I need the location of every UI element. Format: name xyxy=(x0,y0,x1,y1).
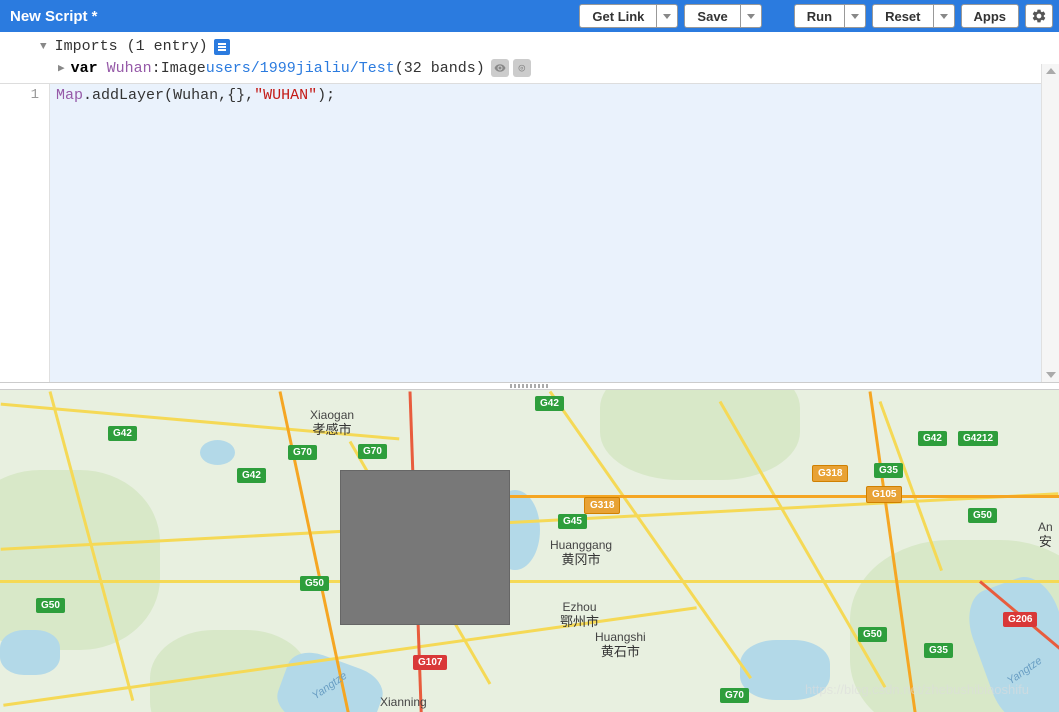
road-badge: G42 xyxy=(918,431,947,446)
header-bar: New Script * Get Link Save Run Reset App… xyxy=(0,0,1059,32)
var-keyword: var xyxy=(71,60,98,77)
line-gutter: 1 xyxy=(0,84,50,382)
road-badge: G4212 xyxy=(958,431,998,446)
road-badge: G70 xyxy=(720,688,749,703)
import-type: Image xyxy=(161,60,206,77)
road-badge: G35 xyxy=(874,463,903,478)
road-badge: G70 xyxy=(288,445,317,460)
panel-splitter[interactable] xyxy=(0,382,1059,390)
expand-arrow-icon[interactable]: ▶ xyxy=(58,61,65,75)
road-badge: G42 xyxy=(108,426,137,441)
getlink-button[interactable]: Get Link xyxy=(579,4,656,28)
apps-button[interactable]: Apps xyxy=(961,4,1020,28)
image-overlay[interactable] xyxy=(340,470,510,625)
toolbar: Get Link Save Run Reset Apps xyxy=(579,4,1053,28)
collapse-arrow-icon[interactable]: ▼ xyxy=(40,41,47,53)
road-badge: G50 xyxy=(300,576,329,591)
imports-entry[interactable]: ▶ var Wuhan : Image users/1999jialiu/Tes… xyxy=(0,57,1059,79)
bands-info: (32 bands) xyxy=(395,60,485,77)
imports-section: ▼ Imports (1 entry) ▶ var Wuhan : Image … xyxy=(0,32,1059,84)
scroll-up-icon[interactable] xyxy=(1046,68,1056,74)
reset-button[interactable]: Reset xyxy=(872,4,932,28)
script-title: New Script * xyxy=(6,8,579,25)
map-background xyxy=(0,390,1059,712)
road-badge: G35 xyxy=(924,643,953,658)
chevron-down-icon xyxy=(851,14,859,19)
city-label-xiaogan: Xiaogan孝感市 xyxy=(310,408,354,438)
city-label-anlu: An安 xyxy=(1038,520,1053,550)
watermark: https://blog.csdn.net/zhebushibiaoshifu xyxy=(805,682,1029,697)
city-label-ezhou: Ezhou鄂州市 xyxy=(560,600,599,630)
city-label-huangshi: Huangshi黄石市 xyxy=(595,630,646,660)
city-label-huanggang: Huanggang黄冈市 xyxy=(550,538,612,568)
road-badge: G50 xyxy=(858,627,887,642)
road-badge: G107 xyxy=(413,655,447,670)
road-badge: G206 xyxy=(1003,612,1037,627)
imports-header-text: Imports (1 entry) xyxy=(55,38,208,55)
road-badge: G45 xyxy=(558,514,587,529)
road-badge: G105 xyxy=(866,486,902,503)
run-dropdown[interactable] xyxy=(844,4,866,28)
save-dropdown[interactable] xyxy=(740,4,762,28)
code-editor: ▼ Imports (1 entry) ▶ var Wuhan : Image … xyxy=(0,32,1059,382)
road-badge: G318 xyxy=(812,465,848,482)
code-content[interactable]: Map.addLayer(Wuhan,{},"WUHAN"); xyxy=(50,84,1059,382)
chevron-down-icon xyxy=(747,14,755,19)
road-badge: G50 xyxy=(968,508,997,523)
line-number: 1 xyxy=(0,87,39,103)
settings-button[interactable] xyxy=(1025,4,1053,28)
scroll-down-icon[interactable] xyxy=(1046,372,1056,378)
save-button[interactable]: Save xyxy=(684,4,739,28)
locate-icon[interactable]: ◎ xyxy=(513,59,531,77)
visibility-icon[interactable] xyxy=(491,59,509,77)
run-button[interactable]: Run xyxy=(794,4,844,28)
doc-icon[interactable] xyxy=(214,39,230,55)
splitter-handle-icon xyxy=(510,384,550,388)
city-label-xianning: Xianning xyxy=(380,695,427,709)
asset-path-link[interactable]: users/1999jialiu/Test xyxy=(206,60,395,77)
road-badge: G318 xyxy=(584,497,620,514)
road-badge: G50 xyxy=(36,598,65,613)
chevron-down-icon xyxy=(663,14,671,19)
editor-scrollbar[interactable] xyxy=(1041,64,1059,382)
chevron-down-icon xyxy=(940,14,948,19)
road-badge: G42 xyxy=(535,396,564,411)
imports-header-line[interactable]: ▼ Imports (1 entry) xyxy=(0,36,1059,57)
road-badge: G70 xyxy=(358,444,387,459)
reset-dropdown[interactable] xyxy=(933,4,955,28)
road-badge: G42 xyxy=(237,468,266,483)
map-panel[interactable]: Xiaogan孝感市 Huanggang黄冈市 Ezhou鄂州市 Huangsh… xyxy=(0,390,1059,712)
getlink-dropdown[interactable] xyxy=(656,4,678,28)
code-line-1[interactable]: Map.addLayer(Wuhan,{},"WUHAN"); xyxy=(56,87,1053,104)
gear-icon xyxy=(1031,8,1047,24)
code-area[interactable]: 1 Map.addLayer(Wuhan,{},"WUHAN"); xyxy=(0,84,1059,382)
var-name: Wuhan xyxy=(107,60,152,77)
